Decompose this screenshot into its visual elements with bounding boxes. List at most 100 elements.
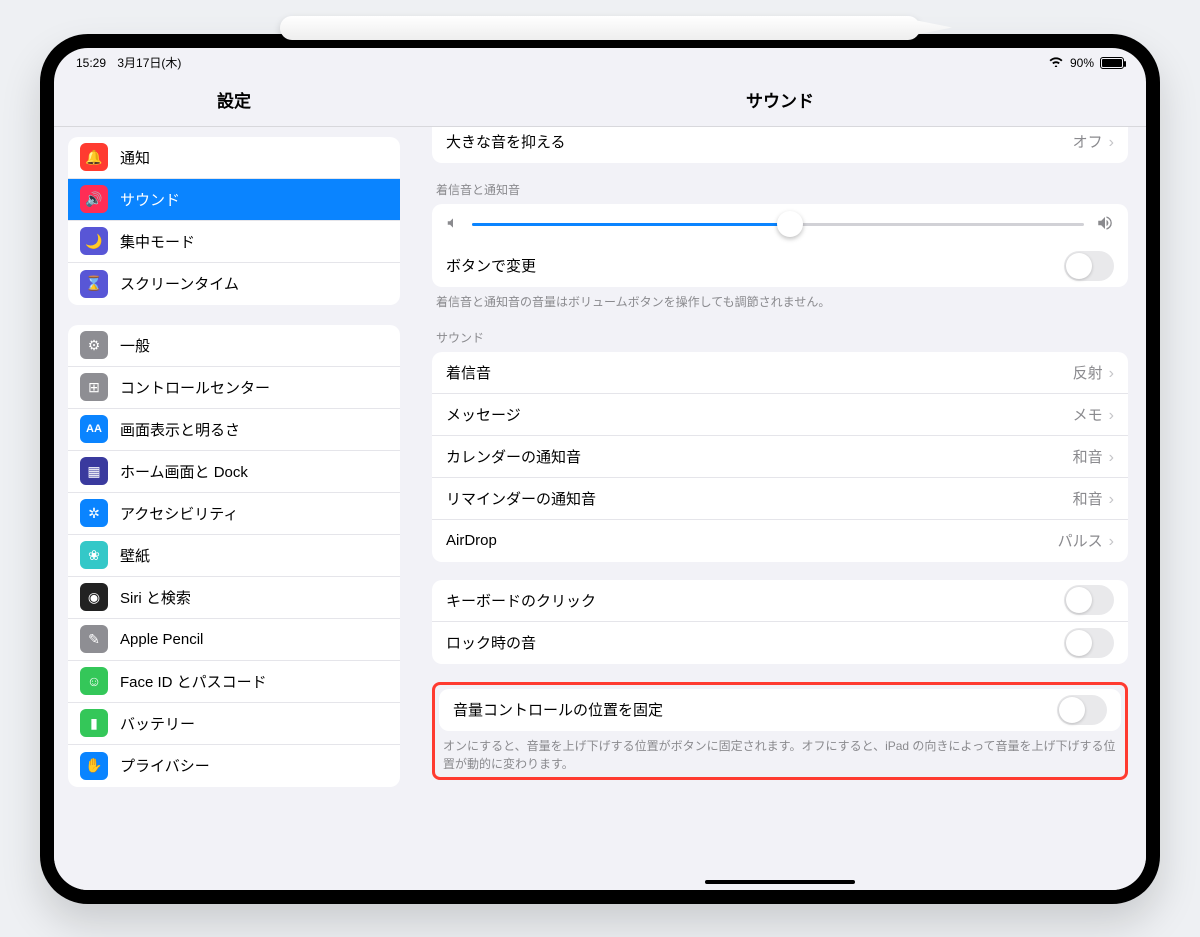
sidebar-item-バッテリー[interactable]: ▮バッテリー bbox=[68, 703, 400, 745]
chevron-right-icon: › bbox=[1109, 134, 1114, 151]
wifi-icon bbox=[1048, 55, 1064, 70]
status-date: 3月17日(木) bbox=[117, 56, 181, 70]
status-bar: 15:29 3月17日(木) 90% bbox=[54, 48, 1146, 78]
sidebar-item-プライバシー[interactable]: ✋ プライバシー bbox=[68, 745, 400, 787]
chevron-right-icon: › bbox=[1109, 491, 1114, 508]
cell-sound[interactable]: AirDrop パルス › bbox=[432, 520, 1128, 562]
toggle-switch[interactable] bbox=[1064, 628, 1114, 658]
sidebar-item-通知[interactable]: 🔔通知 bbox=[68, 137, 400, 179]
section-header-ringer: 着信音と通知音 bbox=[436, 181, 1124, 198]
cell-sound[interactable]: メッセージ メモ › bbox=[432, 394, 1128, 436]
sidebar-item-label: Face ID とパスコード bbox=[120, 671, 267, 692]
cell-label: カレンダーの通知音 bbox=[446, 446, 581, 467]
sidebar-item-label: Apple Pencil bbox=[120, 631, 203, 648]
sidebar-item-label: 一般 bbox=[120, 335, 150, 356]
section-footer-fixed: オンにすると、音量を上げ下げする位置がボタンに固定されます。オフにすると、iPa… bbox=[443, 737, 1117, 773]
sidebar-item-Siri と検索[interactable]: ◉ Siri と検索 bbox=[68, 577, 400, 619]
toggle-switch[interactable] bbox=[1057, 695, 1107, 725]
cell-fixed-volume-position[interactable]: 音量コントロールの位置を固定 bbox=[439, 689, 1121, 731]
cell-sound[interactable]: リマインダーの通知音 和音 › bbox=[432, 478, 1128, 520]
cell-toggle[interactable]: キーボードのクリック bbox=[432, 580, 1128, 622]
sidebar-item-label: 壁紙 bbox=[120, 545, 150, 566]
sidebar-item-一般[interactable]: ⚙ 一般 bbox=[68, 325, 400, 367]
sidebar-item-画面表示と明るさ[interactable]: AA 画面表示と明るさ bbox=[68, 409, 400, 451]
sidebar-item-Apple Pencil[interactable]: ✎ Apple Pencil bbox=[68, 619, 400, 661]
sidebar-item-サウンド[interactable]: 🔊 サウンド bbox=[68, 179, 400, 221]
battery-percent: 90% bbox=[1070, 56, 1094, 70]
cell-label: ボタンで変更 bbox=[446, 255, 536, 276]
section-footer-ringer: 着信音と通知音の音量はボリュームボタンを操作しても調節されません。 bbox=[436, 293, 1124, 311]
sidebar-icon: ⚙ bbox=[80, 331, 108, 359]
sidebar-item-壁紙[interactable]: ❀ 壁紙 bbox=[68, 535, 400, 577]
section-header-sounds: サウンド bbox=[436, 329, 1124, 346]
sidebar-icon: 🔊 bbox=[80, 185, 108, 213]
sidebar-icon: 🔔 bbox=[80, 143, 108, 171]
cell-value: 和音 bbox=[1073, 449, 1103, 466]
cell-sound[interactable]: カレンダーの通知音 和音 › bbox=[432, 436, 1128, 478]
cell-button-change[interactable]: ボタンで変更 bbox=[432, 245, 1128, 287]
sidebar-icon: ⊞ bbox=[80, 373, 108, 401]
home-indicator[interactable] bbox=[705, 880, 855, 884]
cell-value: 和音 bbox=[1073, 491, 1103, 508]
ipad-device: 15:29 3月17日(木) 90% 設定 サウンド 🔔通知 🔊 サウンド 🌙 集中モー… bbox=[40, 34, 1160, 904]
cell-label: キーボードのクリック bbox=[446, 590, 596, 611]
toggle-switch[interactable] bbox=[1064, 251, 1114, 281]
volume-low-icon bbox=[446, 216, 460, 233]
cell-label: リマインダーの通知音 bbox=[446, 488, 596, 509]
cell-label: メッセージ bbox=[446, 404, 521, 425]
sidebar-item-label: アクセシビリティ bbox=[120, 503, 238, 524]
cell-label: 音量コントロールの位置を固定 bbox=[453, 699, 663, 720]
volume-slider-row bbox=[432, 204, 1128, 245]
cell-value: 反射 bbox=[1073, 365, 1103, 382]
sidebar-icon: ☺ bbox=[80, 667, 108, 695]
sidebar-item-label: コントロールセンター bbox=[120, 377, 270, 398]
sidebar-item-アクセシビリティ[interactable]: ✲ アクセシビリティ bbox=[68, 493, 400, 535]
apple-pencil bbox=[280, 16, 920, 40]
sidebar-item-label: 画面表示と明るさ bbox=[120, 419, 240, 440]
sidebar-icon: ❀ bbox=[80, 541, 108, 569]
sidebar-icon: ✋ bbox=[80, 752, 108, 780]
sidebar[interactable]: 🔔通知 🔊 サウンド 🌙 集中モード ⌛ スクリーンタイム ⚙ 一般 ⊞ コントロールセンター AA… bbox=[54, 127, 414, 890]
sidebar-icon: AA bbox=[80, 415, 108, 443]
sidebar-item-Face ID とパスコード[interactable]: ☺ Face ID とパスコード bbox=[68, 661, 400, 703]
main-pane[interactable]: 大きな音を抑える オフ › 着信音と通知音 bbox=[414, 127, 1146, 890]
sidebar-item-集中モード[interactable]: 🌙 集中モード bbox=[68, 221, 400, 263]
chevron-right-icon: › bbox=[1109, 533, 1114, 550]
sidebar-icon: ✲ bbox=[80, 499, 108, 527]
nav-title-left: 設定 bbox=[54, 78, 414, 125]
screen: 15:29 3月17日(木) 90% 設定 サウンド 🔔通知 🔊 サウンド 🌙 集中モー… bbox=[54, 48, 1146, 890]
nav-title-right: サウンド bbox=[414, 78, 1146, 125]
highlight-box: 音量コントロールの位置を固定 オンにすると、音量を上げ下げする位置がボタンに固定… bbox=[432, 682, 1128, 780]
cell-sound[interactable]: 着信音反射› bbox=[432, 352, 1128, 394]
status-time: 15:29 bbox=[76, 56, 106, 70]
sidebar-icon: ◉ bbox=[80, 583, 108, 611]
sidebar-icon: ▦ bbox=[80, 457, 108, 485]
cell-label: 大きな音を抑える bbox=[446, 131, 566, 152]
sidebar-item-label: 集中モード bbox=[120, 231, 195, 252]
cell-value: オフ bbox=[1073, 134, 1103, 151]
chevron-right-icon: › bbox=[1109, 365, 1114, 382]
cell-toggle[interactable]: ロック時の音 bbox=[432, 622, 1128, 664]
cell-label: AirDrop bbox=[446, 532, 497, 549]
chevron-right-icon: › bbox=[1109, 449, 1114, 466]
nav-bar: 設定 サウンド bbox=[54, 78, 1146, 126]
toggle-switch[interactable] bbox=[1064, 585, 1114, 615]
sidebar-icon: ⌛ bbox=[80, 270, 108, 298]
sidebar-item-コントロールセンター[interactable]: ⊞ コントロールセンター bbox=[68, 367, 400, 409]
sidebar-icon: ▮ bbox=[80, 709, 108, 737]
cell-label: ロック時の音 bbox=[446, 632, 536, 653]
sidebar-item-スクリーンタイム[interactable]: ⌛ スクリーンタイム bbox=[68, 263, 400, 305]
cell-reduce-loud[interactable]: 大きな音を抑える オフ › bbox=[432, 127, 1128, 163]
cell-value: メモ bbox=[1073, 407, 1103, 424]
volume-slider[interactable] bbox=[472, 223, 1084, 226]
sidebar-item-label: プライバシー bbox=[120, 755, 210, 776]
sidebar-item-label: Siri と検索 bbox=[120, 587, 191, 608]
sidebar-item-label: サウンド bbox=[120, 189, 180, 210]
sidebar-item-label: スクリーンタイム bbox=[120, 273, 239, 294]
sidebar-item-label: ホーム画面と Dock bbox=[120, 461, 248, 482]
sidebar-item-ホーム画面と Dock[interactable]: ▦ ホーム画面と Dock bbox=[68, 451, 400, 493]
sidebar-icon: ✎ bbox=[80, 625, 108, 653]
chevron-right-icon: › bbox=[1109, 407, 1114, 424]
sidebar-icon: 🌙 bbox=[80, 227, 108, 255]
cell-value: パルス bbox=[1058, 533, 1103, 550]
